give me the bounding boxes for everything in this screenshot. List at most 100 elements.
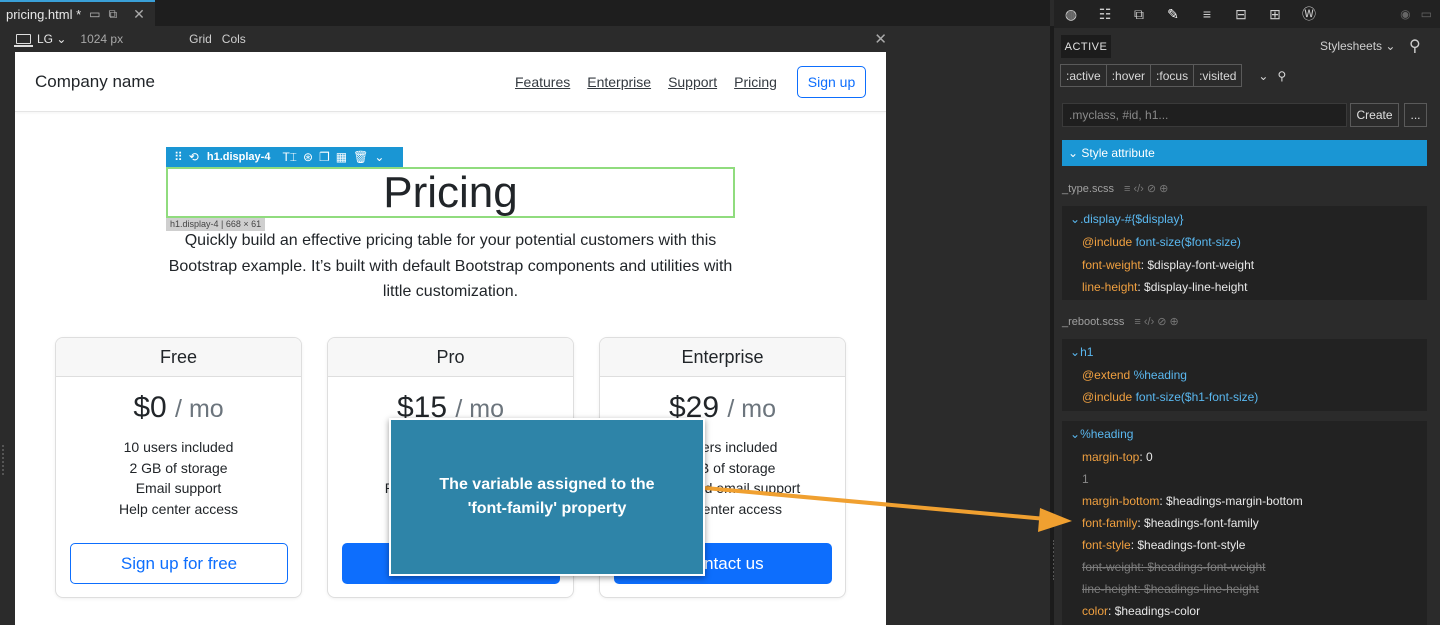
active-tab[interactable]: ACTIVE bbox=[1061, 35, 1111, 58]
declaration-property: font-style bbox=[1082, 538, 1131, 552]
declaration[interactable]: font-weight: $display-font-weight bbox=[1082, 258, 1254, 272]
tree-icon[interactable]: ⊟ bbox=[1224, 6, 1258, 23]
create-button[interactable]: Create bbox=[1350, 103, 1399, 127]
file-actions-icon[interactable]: ≡ ‹/› ⊘ ⊕ bbox=[1124, 182, 1168, 195]
layers-icon[interactable]: ⧉ bbox=[1122, 6, 1156, 23]
text-edit-icon[interactable]: T⌶ bbox=[282, 150, 297, 165]
declaration-value: $headings-color bbox=[1114, 604, 1201, 618]
sliders-icon[interactable]: ☷ bbox=[1088, 6, 1122, 23]
device-size-select[interactable]: LG ⌄ bbox=[37, 32, 66, 46]
price-period: / mo bbox=[727, 395, 777, 423]
laptop-icon bbox=[14, 34, 33, 47]
chevron-down-icon[interactable]: ⌄ bbox=[1253, 64, 1273, 87]
selected-element-name[interactable]: h1.display-4 bbox=[207, 151, 271, 163]
declaration[interactable]: font-style: $headings-font-style bbox=[1082, 538, 1245, 552]
external-preview-icon[interactable]: ⧉ bbox=[108, 7, 117, 22]
declaration-overridden[interactable]: font-weight: $headings-font-weight bbox=[1082, 560, 1265, 574]
file-tab-title: pricing.html * bbox=[6, 6, 82, 22]
nav-link-pricing[interactable]: Pricing bbox=[734, 74, 777, 90]
palette-icon[interactable]: ◍ bbox=[1054, 6, 1088, 23]
stylesheets-dropdown[interactable]: Stylesheets ⌄ bbox=[1320, 39, 1395, 53]
sign-up-button[interactable]: Sign up bbox=[797, 66, 866, 98]
rule-selector[interactable]: ⌄h1 bbox=[1070, 345, 1093, 359]
file-name[interactable]: _reboot.scss bbox=[1062, 316, 1124, 328]
tutorial-callout: The variable assigned to the 'font-famil… bbox=[389, 418, 705, 576]
state-focus[interactable]: :focus bbox=[1150, 64, 1195, 87]
card-title: Enterprise bbox=[600, 338, 845, 377]
drag-handle-icon[interactable]: ⠿ bbox=[174, 150, 183, 164]
grid-toggle[interactable]: Grid bbox=[189, 32, 212, 46]
selector-placeholder: .myclass, #id, h1... bbox=[1069, 108, 1169, 122]
declaration-property: @extend bbox=[1082, 368, 1131, 382]
style-attribute-header[interactable]: ⌄ Style attribute bbox=[1062, 140, 1427, 166]
rule-selector[interactable]: ⌄.display-#{$display} bbox=[1070, 212, 1183, 226]
rule-selector-text: %heading bbox=[1080, 427, 1134, 441]
close-device-bar-icon[interactable]: ✕ bbox=[874, 30, 887, 48]
text-align-icon[interactable]: ≡ bbox=[1190, 6, 1224, 22]
rule-selector-text: h1 bbox=[1080, 345, 1094, 359]
selected-heading[interactable]: Pricing bbox=[166, 167, 735, 218]
grid-icon[interactable]: ▦ bbox=[336, 150, 347, 164]
declaration[interactable]: @extend %heading bbox=[1082, 368, 1187, 382]
brush-icon[interactable]: ✎ bbox=[1156, 6, 1190, 23]
rule-selector[interactable]: ⌄%heading bbox=[1070, 427, 1133, 441]
declaration-value: $display-font-weight bbox=[1147, 258, 1255, 272]
device-width: 1024 px bbox=[80, 32, 124, 46]
link-icon[interactable]: ⊛ bbox=[303, 150, 313, 164]
duplicate-icon[interactable]: ❐ bbox=[319, 150, 330, 164]
price-period: / mo bbox=[175, 395, 224, 423]
device-toolbar: LG ⌄ 1024 px Grid Cols ✕ bbox=[0, 26, 1050, 52]
components-icon[interactable]: ⊞ bbox=[1258, 6, 1292, 23]
preview-icon[interactable]: ▭ bbox=[89, 7, 100, 21]
search-icon[interactable]: ⚲ bbox=[1409, 36, 1421, 56]
declaration-value: font-size($h1-font-size) bbox=[1135, 390, 1259, 404]
pin-icon[interactable]: ⚲ bbox=[1272, 64, 1291, 87]
declaration[interactable]: line-height: $display-line-height bbox=[1082, 280, 1247, 294]
state-active[interactable]: :active bbox=[1060, 64, 1107, 87]
declaration-overridden[interactable]: line-height: $headings-line-height bbox=[1082, 582, 1259, 596]
sign-up-free-button[interactable]: Sign up for free bbox=[70, 543, 288, 584]
stylesheets-label: Stylesheets bbox=[1320, 39, 1383, 53]
declaration-property: @include bbox=[1082, 235, 1133, 249]
list-item: 2 GB of storage bbox=[129, 459, 228, 476]
file-tab[interactable]: pricing.html * ▭ ⧉ ✕ bbox=[0, 0, 155, 26]
file-name[interactable]: _type.scss bbox=[1062, 183, 1114, 195]
editor-tab-bar: pricing.html * ▭ ⧉ ✕ bbox=[0, 0, 1050, 26]
cols-toggle[interactable]: Cols bbox=[222, 32, 246, 46]
state-visited[interactable]: :visited bbox=[1193, 64, 1243, 87]
declaration[interactable]: 1 bbox=[1082, 472, 1089, 486]
parent-select-icon[interactable]: ⟲ bbox=[189, 150, 199, 164]
device-size-label: LG bbox=[37, 32, 54, 46]
declaration-value: %heading bbox=[1133, 368, 1187, 382]
declaration[interactable]: margin-top: 0 bbox=[1082, 450, 1153, 464]
chevron-down-icon[interactable]: ⌄ bbox=[374, 150, 384, 164]
close-tab-icon[interactable]: ✕ bbox=[133, 6, 145, 23]
declaration-value: $headings-margin-bottom bbox=[1166, 494, 1303, 508]
trash-icon[interactable]: 🗑 bbox=[353, 150, 368, 164]
panel-toolbar: ◍ ☷ ⧉ ✎ ≡ ⊟ ⊞ Ⓦ ◉ ▭ bbox=[1054, 0, 1440, 28]
list-item: Email support bbox=[135, 480, 222, 496]
declaration[interactable]: margin-bottom: $headings-margin-bottom bbox=[1082, 494, 1303, 508]
nav-link-enterprise[interactable]: Enterprise bbox=[587, 74, 651, 90]
site-navbar: Company name Features Enterprise Support… bbox=[15, 52, 886, 112]
file-actions-icon[interactable]: ≡ ‹/› ⊘ ⊕ bbox=[1134, 315, 1178, 328]
declaration[interactable]: color: $headings-color bbox=[1082, 604, 1200, 618]
declaration-font-family[interactable]: font-family: $headings-font-family bbox=[1082, 516, 1259, 530]
declaration[interactable]: @include font-size($font-size) bbox=[1082, 235, 1241, 249]
more-button[interactable]: ... bbox=[1404, 103, 1427, 127]
declaration[interactable]: @include font-size($h1-font-size) bbox=[1082, 390, 1258, 404]
declaration-value: $headings-line-height bbox=[1144, 582, 1259, 596]
wordpress-icon[interactable]: Ⓦ bbox=[1292, 4, 1326, 24]
selector-input[interactable]: .myclass, #id, h1... bbox=[1062, 103, 1347, 127]
state-hover[interactable]: :hover bbox=[1105, 64, 1152, 87]
nav-link-features[interactable]: Features bbox=[515, 74, 570, 90]
left-resize-handle[interactable] bbox=[2, 445, 4, 475]
list-item: 10 users included bbox=[123, 439, 234, 455]
brand-name[interactable]: Company name bbox=[35, 72, 155, 92]
file-reboot-scss: _reboot.scss ≡ ‹/› ⊘ ⊕ bbox=[1062, 315, 1179, 329]
layout-icon[interactable]: ▭ bbox=[1421, 7, 1432, 21]
declaration-property: margin-bottom bbox=[1082, 494, 1160, 508]
nav-link-support[interactable]: Support bbox=[668, 74, 717, 90]
style-attribute-label: Style attribute bbox=[1081, 146, 1155, 160]
visibility-icon[interactable]: ◉ bbox=[1400, 7, 1410, 21]
